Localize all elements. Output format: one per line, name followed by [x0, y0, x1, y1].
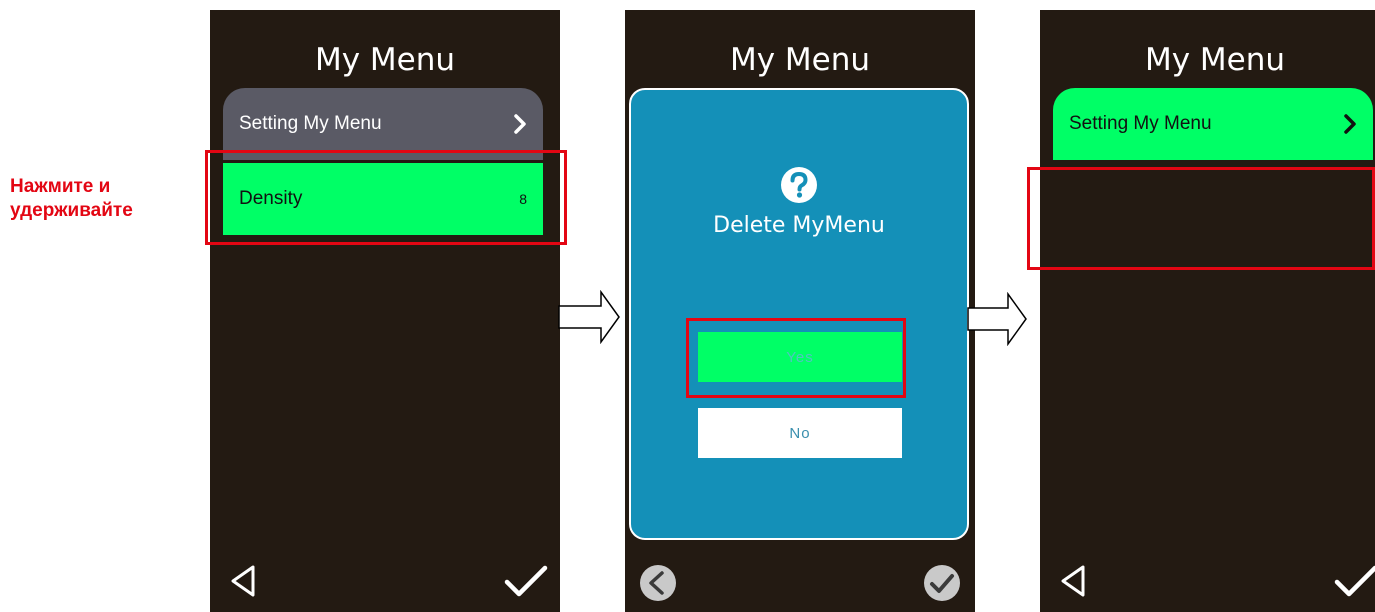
chevron-right-icon — [1344, 114, 1356, 134]
page-title: My Menu — [314, 42, 456, 78]
yes-highlight-box — [686, 318, 906, 398]
dialog-message: Delete MyMenu — [713, 213, 885, 238]
back-circle-icon[interactable] — [638, 563, 678, 603]
screen-my-menu-before: My Menu Setting My Menu Density 8 — [210, 10, 560, 612]
question-icon — [781, 167, 817, 203]
caption-line-1: Нажмите и — [10, 176, 111, 197]
menu-item-setting-my-menu[interactable]: Setting My Menu — [1053, 88, 1373, 160]
back-triangle-icon[interactable] — [1060, 564, 1086, 598]
caption-line-2: удерживайте — [10, 200, 133, 221]
page-title: My Menu — [729, 42, 871, 78]
removed-item-highlight-box — [1027, 167, 1375, 270]
screen-my-menu-after: My Menu Setting My Menu — [1040, 10, 1375, 612]
arrow-right-icon — [558, 290, 620, 344]
screen-delete-dialog: My Menu Delete MyMenu Yes No — [625, 10, 975, 612]
menu-item-label: Setting My Menu — [239, 113, 382, 134]
back-triangle-icon[interactable] — [230, 564, 256, 598]
checkmark-icon[interactable] — [504, 564, 548, 598]
checkmark-icon[interactable] — [1334, 564, 1375, 598]
menu-item-label: Setting My Menu — [1069, 113, 1212, 134]
chevron-right-icon — [514, 114, 526, 134]
press-and-hold-caption: Нажмите и удерживайте — [10, 175, 133, 223]
page-title: My Menu — [1144, 42, 1286, 78]
arrow-right-icon — [967, 292, 1027, 346]
no-button[interactable]: No — [698, 408, 902, 458]
check-circle-icon[interactable] — [922, 563, 962, 603]
density-highlight-box — [205, 150, 567, 245]
delete-mymenu-dialog: Delete MyMenu Yes No — [629, 88, 969, 540]
